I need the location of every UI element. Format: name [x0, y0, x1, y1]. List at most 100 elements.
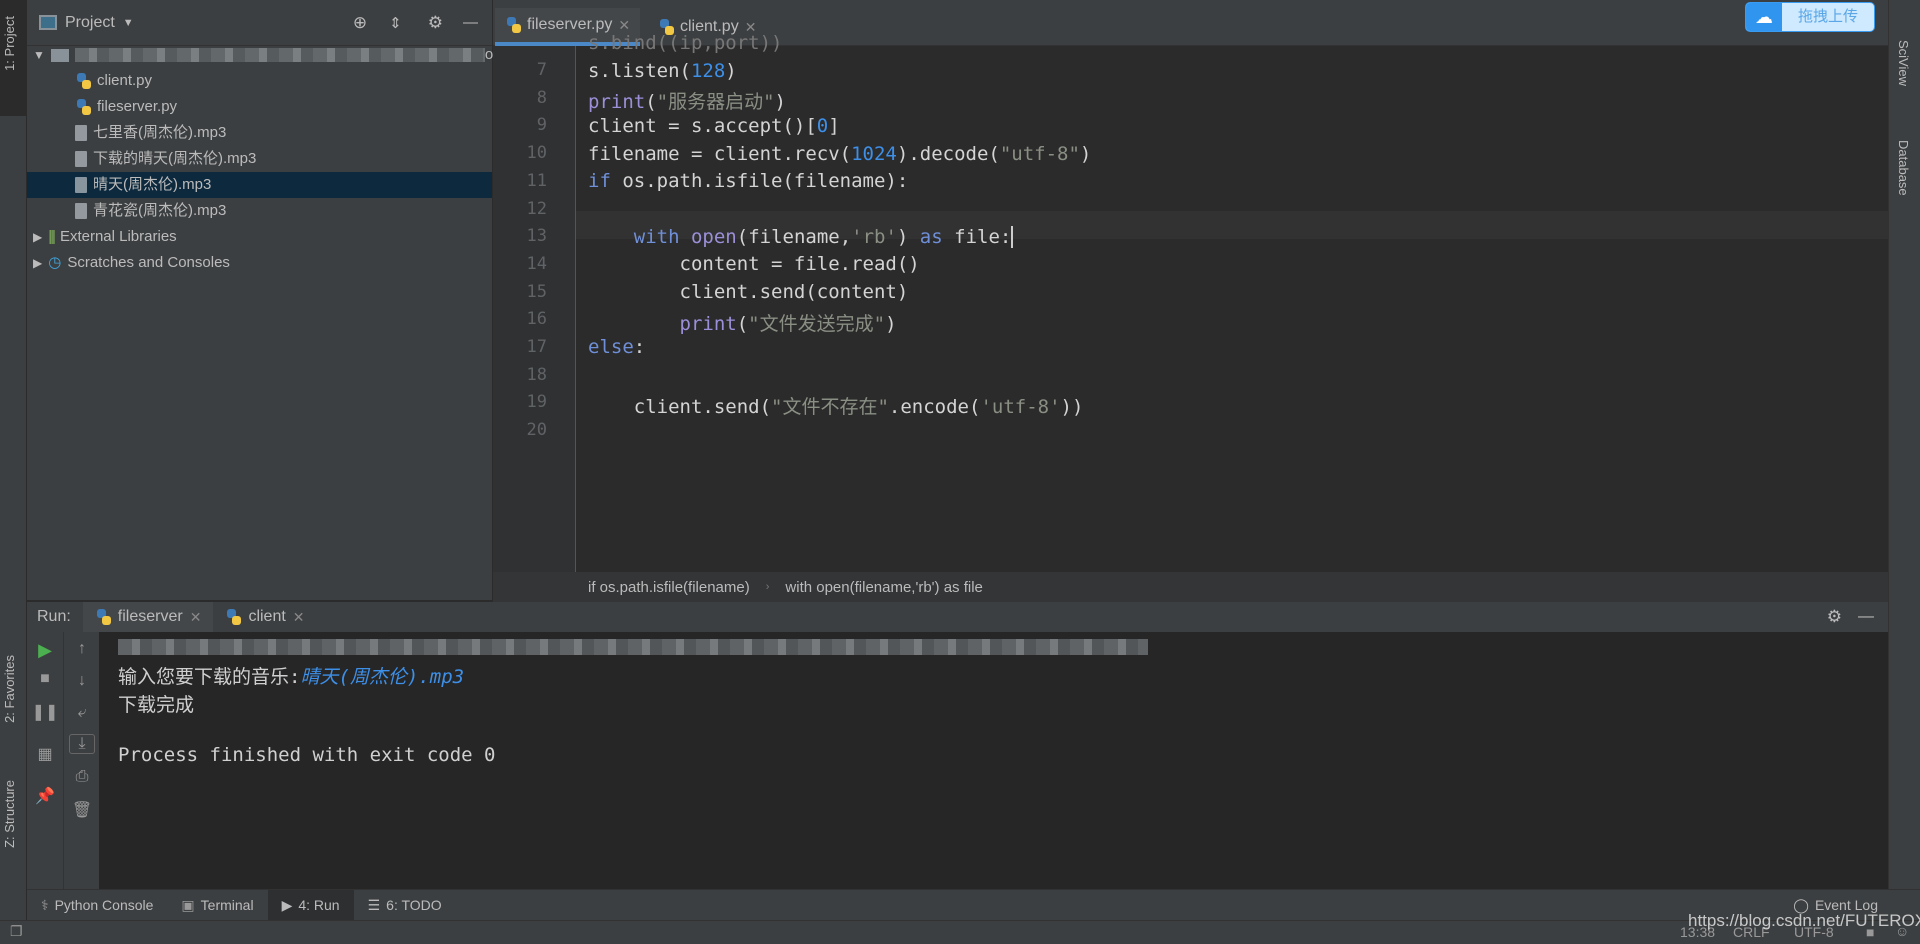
run-icon: ▶ — [281, 896, 293, 913]
run-panel-header: Run: fileserver ✕ client ✕ ⚙ — — [27, 602, 1888, 632]
label: Terminal — [200, 897, 254, 913]
favorites-tool-tab[interactable]: 2: Favorites — [2, 655, 17, 723]
line-number: 13 — [526, 226, 547, 247]
project-panel: Project ▼ ⊕ ⇕ ⚙ — ▼ ow client.py fileserv… — [27, 0, 504, 600]
run-tab-client[interactable]: client ✕ — [213, 602, 316, 632]
tab-label: fileserver — [117, 608, 183, 625]
library-icon: ||| — [48, 228, 56, 245]
arrow-down-icon[interactable]: ↓ — [64, 672, 100, 690]
blurred-command — [118, 639, 1148, 655]
tree-item-label: 下载的晴天(周杰伦).mp3 — [93, 150, 257, 167]
console-line: 下载完成 — [118, 694, 195, 716]
python-icon — [95, 608, 111, 626]
tree-item-label: fileserver.py — [97, 98, 178, 115]
file-icon — [75, 177, 87, 193]
tree-item[interactable]: 下载的晴天(周杰伦).mp3 — [75, 146, 256, 172]
toggle-tool-windows-icon[interactable]: ❐ — [10, 923, 23, 940]
close-icon[interactable]: ✕ — [293, 609, 305, 626]
tab-label: client — [248, 608, 286, 625]
scroll-to-end-icon[interactable]: ⤓ — [69, 734, 95, 754]
locate-icon[interactable]: ⊕ — [353, 13, 367, 33]
layout-icon[interactable]: ▦ — [27, 744, 63, 764]
print-icon[interactable]: ⎙ — [64, 768, 100, 786]
pin-icon[interactable]: 📌 — [27, 786, 63, 806]
line-number: 17 — [526, 337, 547, 357]
line-number: 14 — [526, 253, 547, 274]
code-line: if os.path.isfile(filename): — [588, 170, 909, 192]
tree-item-label: 青花瓷(周杰伦).mp3 — [93, 202, 227, 219]
code-line: filename = client.recv(1024).decode("utf… — [588, 143, 1092, 165]
run-tab-fileserver[interactable]: fileserver ✕ — [82, 602, 214, 632]
pause-icon[interactable]: ❚❚ — [27, 702, 63, 722]
minimize-icon[interactable]: — — [463, 14, 478, 31]
line-number: 12 — [526, 198, 547, 219]
close-icon[interactable]: ✕ — [190, 609, 202, 626]
breadcrumb-item[interactable]: if os.path.isfile(filename) — [588, 579, 750, 596]
tree-item-label: 七里香(周杰伦).mp3 — [93, 124, 227, 141]
console-toolbar: ↑ ↓ ⤶ ⤓ ⎙ 🗑 — [63, 632, 99, 889]
line-number-gutter: 7 8 9 10 11 12 13 14 15 16 17 18 19 20 — [493, 46, 575, 572]
python-icon — [225, 608, 242, 626]
tree-item[interactable]: 晴天(周杰伦).mp3 — [27, 172, 492, 198]
breadcrumb-item[interactable]: with open(filename,'rb') as file — [785, 579, 982, 596]
scratches-and-consoles[interactable]: ▶ ◷ Scratches and Consoles — [33, 250, 230, 276]
gear-icon[interactable]: ⚙ — [428, 13, 443, 33]
watermark: https://blog.csdn.net/FUTEROX — [1688, 911, 1920, 930]
file-icon — [75, 151, 87, 167]
chevron-down-icon: ▼ — [33, 48, 45, 62]
tree-item[interactable]: fileserver.py — [75, 94, 177, 120]
folder-icon — [50, 48, 69, 62]
chevron-right-icon: › — [765, 581, 770, 593]
line-number: 18 — [526, 364, 547, 385]
tree-item[interactable]: 七里香(周杰伦).mp3 — [75, 120, 226, 146]
rerun-icon[interactable]: ▶ — [27, 640, 63, 661]
soft-wrap-icon[interactable]: ⤶ — [64, 704, 100, 722]
tab-run[interactable]: ▶ 4: Run — [267, 889, 354, 921]
bottom-tool-tabs: ⚕ Python Console ▣ Terminal ▶ 4: Run ☰ 6: TO… — [27, 889, 1920, 921]
project-tool-tab[interactable]: 1: Project — [2, 16, 17, 71]
label: Python Console — [54, 897, 154, 913]
sciview-tool-tab[interactable]: SciView — [1896, 40, 1911, 86]
run-label: Run: — [37, 608, 71, 625]
trash-icon[interactable]: 🗑 — [64, 800, 100, 820]
tab-terminal[interactable]: ▣ Terminal — [167, 890, 267, 921]
collapse-icon[interactable]: ⇕ — [389, 14, 402, 32]
breadcrumb: if os.path.isfile(filename) › with open(… — [493, 572, 1888, 602]
code-editor[interactable]: s.bind((ip,port)) s.listen(128) print("服… — [575, 32, 1888, 572]
list-icon: ☰ — [367, 896, 381, 913]
chevron-down-icon[interactable]: ▼ — [123, 17, 134, 29]
blurred-path — [74, 48, 485, 62]
minimize-icon[interactable]: — — [1858, 608, 1874, 626]
stop-icon[interactable]: ■ — [27, 670, 63, 688]
code-line: with open(filename,'rb') as file: — [633, 226, 1014, 248]
gear-icon[interactable]: ⚙ — [1827, 607, 1842, 627]
project-panel-header: Project ▼ ⊕ ⇕ ⚙ — — [27, 0, 492, 46]
upload-button[interactable]: ☁ 拖拽上传 — [1745, 2, 1875, 32]
project-view-icon — [39, 15, 57, 30]
structure-tool-tab[interactable]: Z: Structure — [2, 780, 17, 848]
tab-todo[interactable]: ☰ 6: TODO — [354, 890, 456, 921]
line-number: 7 — [536, 60, 547, 80]
code-line: s.listen(128) — [588, 60, 737, 82]
python-file-icon — [75, 72, 91, 90]
line-number: 16 — [526, 309, 547, 330]
project-root[interactable]: ▼ ow — [33, 42, 504, 68]
python-file-icon — [75, 98, 91, 116]
arrow-up-icon[interactable]: ↑ — [64, 640, 100, 658]
database-tool-tab[interactable]: Database — [1896, 140, 1911, 196]
external-libraries[interactable]: ▶ ||| External Libraries — [33, 224, 177, 250]
tree-item[interactable]: client.py — [75, 68, 152, 94]
line-number: 20 — [526, 420, 547, 441]
tree-item[interactable]: 青花瓷(周杰伦).mp3 — [75, 198, 226, 224]
close-icon[interactable]: ✕ — [618, 17, 630, 34]
project-title[interactable]: Project — [65, 14, 115, 32]
upload-label: 拖拽上传 — [1797, 8, 1858, 25]
code-line: content = file.read() — [588, 253, 920, 275]
tab-python-console[interactable]: ⚕ Python Console — [27, 890, 167, 921]
scratches-icon: ◷ — [48, 254, 62, 271]
code-line: print("文件发送完成") — [679, 313, 897, 335]
code-line: client = s.accept()[0] — [588, 115, 840, 137]
console-output[interactable]: 输入您要下载的音乐:晴天(周杰伦).mp3 下载完成 Process finis… — [99, 632, 1888, 889]
chevron-right-icon: ▶ — [33, 230, 43, 244]
right-tool-strip: SciView Database — [1888, 0, 1920, 889]
